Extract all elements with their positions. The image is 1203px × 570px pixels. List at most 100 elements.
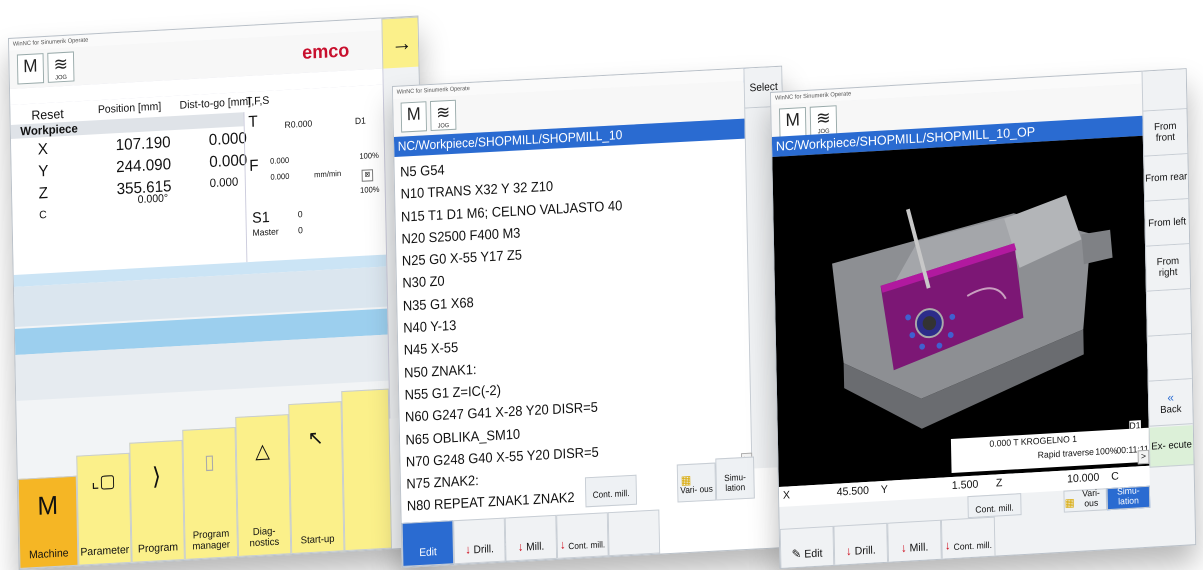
program-editor-window: WinNC for Sinumerik Operate –□× M ≋JOG N… bbox=[392, 65, 792, 568]
y-value: 1.500 bbox=[951, 478, 979, 493]
spindle-override-icon: ⊠ bbox=[361, 169, 374, 182]
softkey-start-up[interactable]: ↖ Start-up bbox=[288, 401, 345, 555]
vsoftkey-empty-3[interactable] bbox=[1146, 334, 1192, 382]
machine-mode-icon[interactable]: M bbox=[16, 53, 45, 85]
softkey-mill-label: Mill. bbox=[909, 541, 929, 555]
program-icon: ⟩ bbox=[151, 463, 162, 491]
tool-label: T bbox=[248, 113, 258, 131]
cont-mill-icon: ↓ bbox=[944, 538, 951, 553]
softkey-machine-label: Machine bbox=[28, 547, 69, 562]
machine-icon: M bbox=[37, 489, 59, 521]
drill-icon: ↓ bbox=[465, 542, 471, 557]
softkey-cont-mill[interactable]: ↓ Cont. mill. bbox=[556, 512, 609, 559]
y-label: Y bbox=[880, 483, 888, 497]
view-from-rear-button[interactable]: From rear bbox=[1143, 154, 1189, 202]
axis-y-label: Y bbox=[38, 162, 49, 181]
feed-unit: mm/min bbox=[314, 168, 342, 180]
softkey-parameter-label: Parameter bbox=[80, 543, 130, 559]
softkey-mill[interactable]: ↓ Mill. bbox=[887, 519, 942, 563]
scroll-right-button[interactable]: > bbox=[1137, 449, 1150, 465]
feed-label: F bbox=[249, 157, 259, 175]
c-label: C bbox=[1111, 470, 1119, 483]
machine-mode-icon[interactable]: M bbox=[778, 106, 807, 139]
program-code-listing[interactable]: N5 G54 N10 TRANS X32 Y 32 Z10 N15 T1 D1 … bbox=[394, 141, 756, 568]
axis-c-position: 0.000° bbox=[137, 192, 169, 207]
simulation-window: WinNC for Sinumerik Operate –□× M ≋JOG N… bbox=[770, 68, 1197, 569]
softkey-simulation-label: Simu- lation bbox=[1116, 485, 1140, 507]
softkey-edit[interactable]: Edit bbox=[401, 520, 455, 567]
softkey-empty[interactable] bbox=[341, 388, 392, 552]
machine-window: WinNC for Sinumerik Operate –□× M ≋JOG e… bbox=[8, 15, 430, 570]
softkey-diagnostics[interactable]: △ Diag- nostics bbox=[235, 414, 292, 557]
view-from-left-button[interactable]: From left bbox=[1144, 199, 1190, 247]
vsoftkey-empty-1[interactable] bbox=[1141, 69, 1187, 112]
axis-y-dist: 0.000 bbox=[209, 152, 248, 172]
cont-mill-icon: ↓ bbox=[559, 537, 566, 552]
softkey-program-manager-label: Program manager bbox=[192, 528, 231, 553]
softkey-label: Cont. mill. bbox=[975, 502, 1014, 515]
back-button[interactable]: « Back bbox=[1147, 379, 1193, 427]
axis-c-label: C bbox=[39, 209, 47, 222]
brand-logo: emco bbox=[301, 40, 350, 64]
feed-mode: Rapid traverse bbox=[1037, 446, 1095, 461]
softkey-diagnostics-label: Diag- nostics bbox=[249, 525, 280, 550]
spindle-override: 100% bbox=[359, 184, 380, 195]
diagnostics-icon: △ bbox=[255, 440, 271, 463]
axis-z-dist: 0.000 bbox=[209, 174, 239, 191]
softkey-cont-mill-upper[interactable]: Cont. mill. bbox=[584, 474, 638, 508]
feed-value-2: 0.000 bbox=[270, 171, 290, 182]
override-percent: 100% bbox=[1095, 445, 1118, 457]
mill-icon: ↓ bbox=[517, 539, 524, 554]
right-top-softkey[interactable]: → bbox=[381, 16, 423, 71]
spindle-value-1: 0 bbox=[297, 209, 303, 220]
various-icon: ▦ bbox=[680, 472, 692, 488]
softkey-various[interactable]: ▦ Vari- ous bbox=[676, 462, 717, 503]
spindle-master: Master bbox=[252, 226, 279, 238]
x-value: 45.500 bbox=[836, 484, 870, 499]
vsoftkey-empty-2[interactable] bbox=[1145, 289, 1191, 337]
back-label: Back bbox=[1160, 403, 1182, 416]
softkey-drill[interactable]: ↓ Drill. bbox=[453, 517, 506, 565]
softkey-simulation-label: Simu- lation bbox=[724, 471, 746, 494]
softkey-cont-mill-label: Cont. mill. bbox=[568, 539, 606, 552]
feed-override: 100% bbox=[359, 150, 379, 161]
softkey-cont-mill[interactable]: ↓ Cont. mill. bbox=[940, 516, 996, 560]
softkey-simulation[interactable]: Simu- lation bbox=[1106, 485, 1151, 511]
jog-icon[interactable]: ≋ JOG bbox=[430, 99, 457, 132]
softkey-cont-mill-label: Cont. mill. bbox=[953, 539, 993, 553]
softkey-label: Cont. mill. bbox=[592, 488, 630, 500]
execute-button[interactable]: Ex- ecute bbox=[1148, 425, 1194, 468]
window-title: WinNC for Sinumerik Operate bbox=[396, 85, 470, 96]
softkey-cont-mill-upper[interactable]: Cont. mill. bbox=[967, 493, 1022, 519]
softkey-mill[interactable]: ↓ Mill. bbox=[504, 514, 558, 562]
softkey-drill-label: Drill. bbox=[473, 543, 494, 557]
softkey-program-manager[interactable]: ▯ Program manager bbox=[182, 426, 239, 560]
softkey-various[interactable]: ▦ Vari- ous bbox=[1063, 488, 1108, 513]
softkey-simulation[interactable]: Simu- lation bbox=[715, 456, 755, 501]
softkey-program-label: Program bbox=[137, 541, 179, 556]
machine-mode-icon[interactable]: M bbox=[400, 101, 427, 133]
view-from-front-label: From front bbox=[1153, 120, 1177, 144]
softkey-empty[interactable] bbox=[607, 509, 661, 557]
softkey-drill[interactable]: ↓ Drill. bbox=[833, 522, 889, 566]
view-from-rear-label: From rear bbox=[1145, 170, 1188, 185]
execute-label: Ex- ecute bbox=[1151, 439, 1192, 453]
spindle-value-2: 0 bbox=[298, 225, 303, 236]
softkey-mill-label: Mill. bbox=[526, 540, 545, 554]
start-up-icon: ↖ bbox=[307, 427, 324, 451]
softkey-edit[interactable]: ✎ Edit bbox=[779, 525, 835, 569]
axis-y-position: 244.090 bbox=[115, 156, 172, 177]
tool-info: 0.000 T KROGELNO 1 bbox=[989, 433, 1078, 449]
z-value: 10.000 bbox=[1066, 471, 1100, 486]
z-label: Z bbox=[995, 477, 1003, 490]
view-from-right-label: From right bbox=[1156, 255, 1180, 279]
various-icon: ▦ bbox=[1064, 497, 1075, 510]
softkey-program[interactable]: ⟩ Program bbox=[129, 439, 185, 563]
jog-icon[interactable]: ≋ JOG bbox=[809, 105, 838, 137]
view-from-right-button[interactable]: From right bbox=[1145, 244, 1191, 292]
jog-icon[interactable]: ≋ JOG bbox=[47, 51, 75, 83]
softkey-machine[interactable]: M Machine bbox=[17, 475, 79, 569]
tool-value: R0.000 bbox=[284, 118, 313, 130]
x-label: X bbox=[782, 489, 791, 502]
view-from-front-button[interactable]: From front bbox=[1142, 109, 1188, 157]
